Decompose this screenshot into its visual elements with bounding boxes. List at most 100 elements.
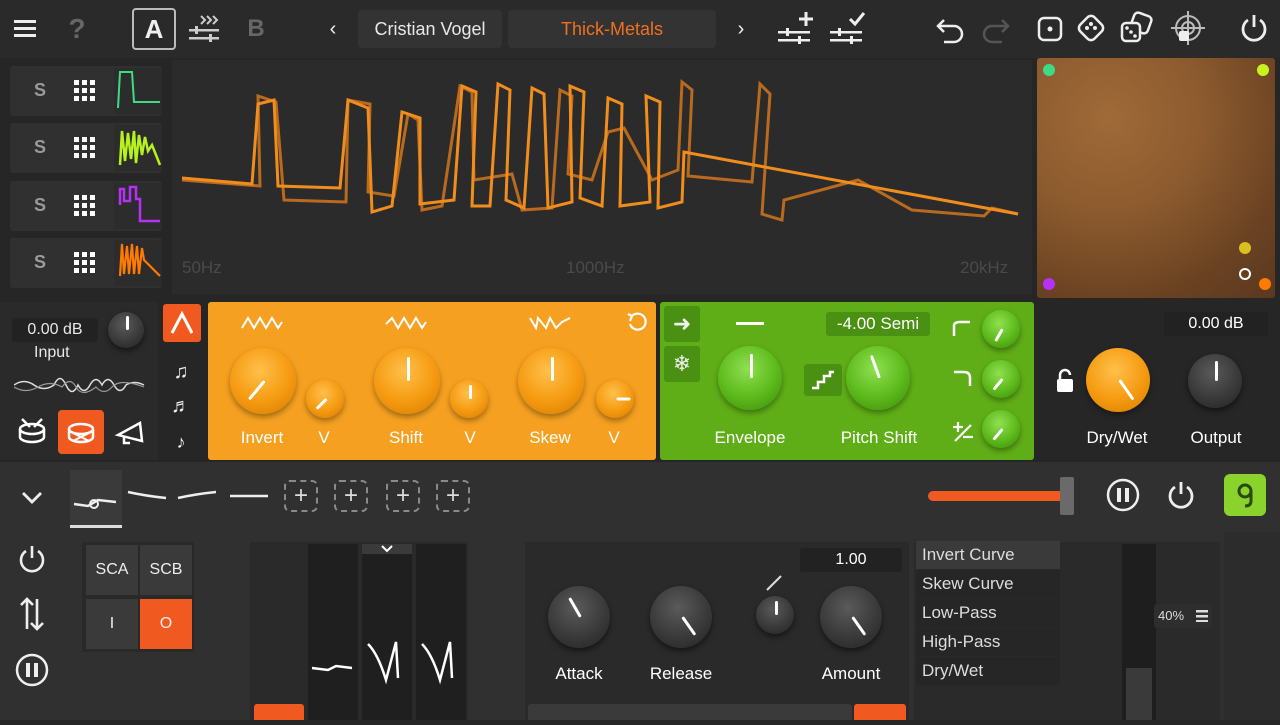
add-mod-button-2[interactable]: + (334, 480, 368, 512)
sidechain-b-button[interactable]: SCB (140, 545, 192, 595)
redo-icon[interactable] (978, 12, 1014, 46)
curve-add-button[interactable] (254, 704, 304, 720)
invert-v-toggle[interactable]: V (314, 428, 334, 448)
input-toggle-button[interactable]: I (86, 599, 138, 649)
mod-tab-3[interactable] (176, 484, 220, 508)
target-item-low-pass[interactable]: Low-Pass (916, 599, 1060, 627)
invert-knob[interactable] (230, 348, 296, 414)
menu-icon[interactable] (1196, 610, 1208, 622)
morph-icon[interactable] (186, 10, 224, 46)
rise-knob[interactable] (982, 310, 1020, 348)
mod-level-slider-handle[interactable] (1059, 477, 1074, 515)
shift-knob[interactable] (374, 348, 440, 414)
attack-knob[interactable] (548, 586, 610, 648)
solo-button[interactable]: S (34, 252, 46, 273)
xy-dot-lime[interactable] (1257, 64, 1269, 76)
envelope-mode-icon[interactable] (163, 304, 201, 342)
menu-icon[interactable] (10, 14, 42, 44)
pause-icon[interactable] (1104, 476, 1142, 514)
power-icon[interactable] (1236, 10, 1272, 46)
confirm-slider-icon[interactable] (826, 8, 870, 48)
skew-depth-knob[interactable] (596, 380, 634, 418)
snare-icon[interactable] (58, 410, 104, 454)
target-icon[interactable] (1168, 8, 1208, 48)
percent-badge[interactable]: 40% (1154, 604, 1212, 628)
mod-power-icon[interactable] (1162, 476, 1200, 514)
shift-depth-knob[interactable] (450, 380, 488, 418)
add-mod-button-3[interactable]: + (386, 480, 420, 512)
horn-icon[interactable] (112, 414, 152, 448)
swap-icon[interactable] (16, 594, 48, 634)
freeze-icon[interactable]: ❄ (664, 346, 700, 382)
dice-two-icon[interactable] (1074, 10, 1108, 46)
mod-tab-4[interactable] (228, 484, 272, 508)
undo-icon[interactable] (932, 12, 968, 46)
note-icon[interactable]: ♫ (166, 358, 196, 386)
sidechain-a-button[interactable]: SCA (86, 545, 138, 595)
grid-icon[interactable] (74, 80, 96, 102)
target-item-skew-curve[interactable]: Skew Curve (916, 570, 1060, 598)
layer-row-4[interactable]: S (10, 238, 162, 288)
drywet-knob[interactable] (1086, 348, 1150, 412)
bipolar-knob[interactable] (982, 410, 1020, 448)
spectrum-display[interactable]: 50Hz 1000Hz 20kHz (172, 60, 1032, 294)
staircase-icon[interactable] (804, 364, 842, 396)
drum-icon[interactable] (14, 414, 50, 448)
preset-name-display[interactable]: Thick-Metals (508, 10, 716, 48)
layer-row-2[interactable]: S (10, 123, 162, 173)
invert-depth-knob[interactable] (306, 380, 344, 418)
xy-dot-yellow[interactable] (1239, 242, 1251, 254)
preset-a-button[interactable]: A (132, 8, 176, 50)
mod-tab-1[interactable] (70, 470, 122, 528)
target-item-high-pass[interactable]: High-Pass (916, 628, 1060, 656)
add-mod-button-4[interactable]: + (436, 480, 470, 512)
dotted-note-icon[interactable]: ♪ (166, 428, 196, 456)
output-toggle-button[interactable]: O (140, 599, 192, 649)
target-item-invert-curve[interactable]: Invert Curve (916, 541, 1060, 569)
add-mod-button-1[interactable]: + (284, 480, 318, 512)
release-knob[interactable] (650, 586, 712, 648)
depth-slider-track[interactable] (1122, 544, 1156, 720)
skew-knob[interactable] (518, 348, 584, 414)
input-knob[interactable] (108, 312, 144, 348)
triplet-note-icon[interactable]: ♬ (166, 392, 196, 420)
envelope-knob[interactable] (718, 346, 782, 410)
mod-level-slider-track[interactable] (928, 477, 1074, 515)
solo-button[interactable]: S (34, 80, 46, 101)
xy-dot-green[interactable] (1043, 64, 1055, 76)
xy-dot-purple[interactable] (1043, 278, 1055, 290)
input-db-display[interactable]: 0.00 dB (12, 318, 98, 342)
grid-icon[interactable] (74, 195, 96, 217)
chevron-down-icon[interactable] (16, 484, 48, 512)
add-slider-icon[interactable] (774, 8, 818, 48)
bottom-power-icon[interactable] (16, 542, 48, 576)
amount-knob[interactable] (820, 586, 882, 648)
chevron-down-icon[interactable] (381, 545, 393, 553)
mod-tab-2[interactable] (126, 484, 170, 508)
bottom-pause-icon[interactable] (12, 650, 52, 690)
lock-icon[interactable] (1052, 366, 1078, 396)
preset-b-button[interactable]: B (240, 12, 272, 46)
author-display[interactable]: Cristian Vogel (358, 10, 502, 48)
curve-column-2[interactable] (362, 544, 412, 720)
grid-icon[interactable] (74, 137, 96, 159)
layer-row-3[interactable]: S (10, 181, 162, 231)
reset-icon[interactable] (624, 310, 650, 336)
solo-button[interactable]: S (34, 137, 46, 158)
target-item-dry-wet[interactable]: Dry/Wet (916, 657, 1060, 685)
solo-button[interactable]: S (34, 195, 46, 216)
dice-one-icon[interactable] (1034, 12, 1066, 46)
xy-dot-cursor[interactable] (1239, 268, 1251, 280)
next-icon[interactable]: › (728, 16, 754, 42)
pitch-shift-knob[interactable] (846, 346, 910, 410)
semi-display[interactable]: -4.00 Semi (826, 312, 930, 336)
help-icon[interactable]: ? (62, 12, 92, 46)
fall-knob[interactable] (982, 360, 1020, 398)
skew-v-toggle[interactable]: V (604, 428, 624, 448)
grid-icon[interactable] (74, 252, 96, 274)
xy-dot-orange[interactable] (1259, 278, 1271, 290)
layer-row-1[interactable]: S (10, 66, 162, 116)
amount-value-display[interactable]: 1.00 (800, 548, 902, 572)
output-knob[interactable] (1188, 354, 1242, 408)
mod-logo-icon[interactable] (1224, 474, 1266, 516)
